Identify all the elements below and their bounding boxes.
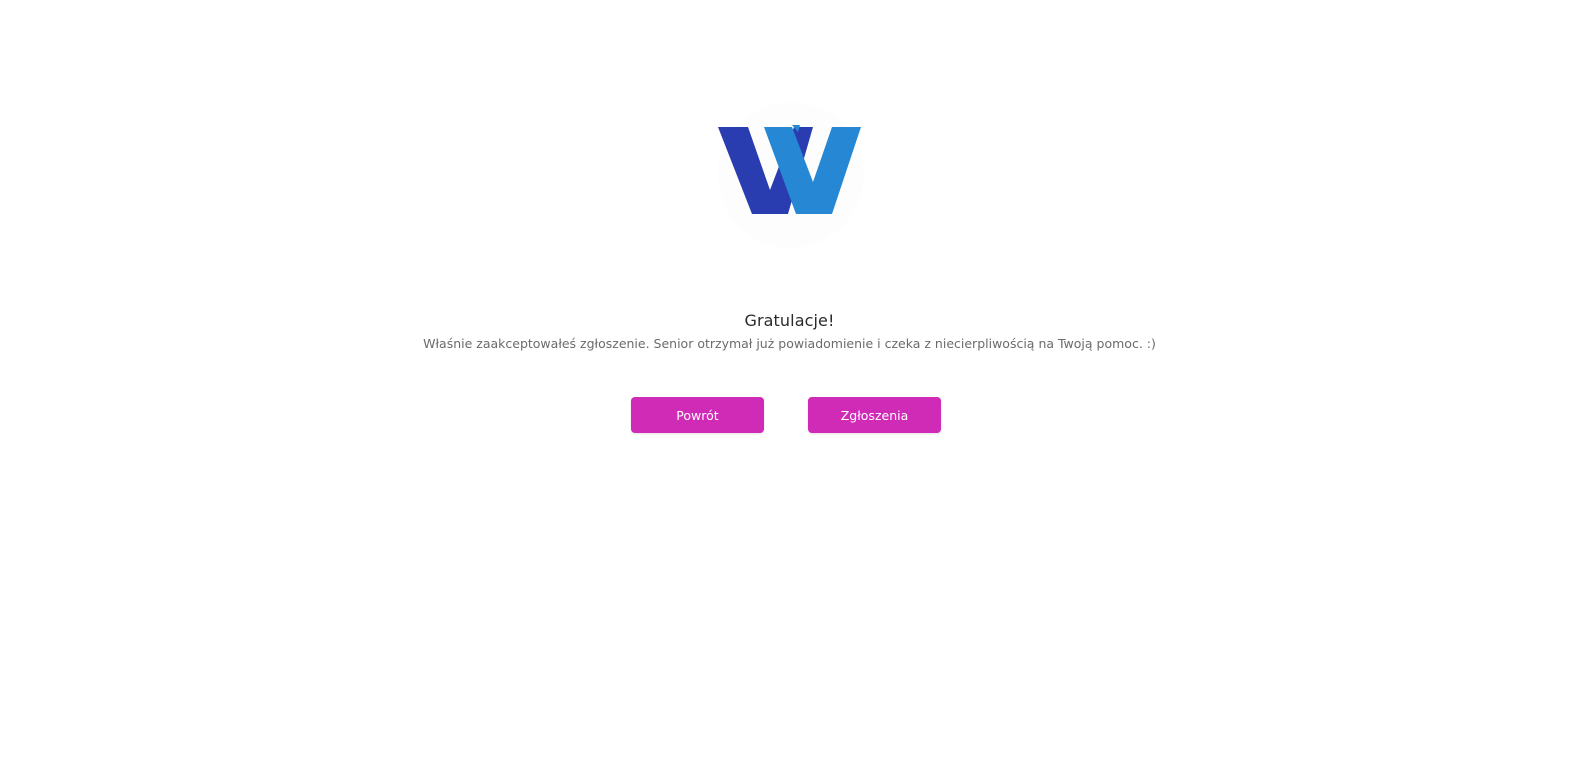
requests-button[interactable]: Zgłoszenia [808, 397, 941, 433]
page-title: Gratulacje! [744, 311, 835, 330]
w-logo-icon [718, 125, 861, 214]
confirmation-message: Właśnie zaakceptowałeś zgłoszenie. Senio… [423, 336, 1156, 351]
back-button[interactable]: Powrót [631, 397, 764, 433]
page: Gratulacje! Właśnie zaakceptowałeś zgłos… [0, 0, 1579, 772]
logo [718, 102, 864, 248]
